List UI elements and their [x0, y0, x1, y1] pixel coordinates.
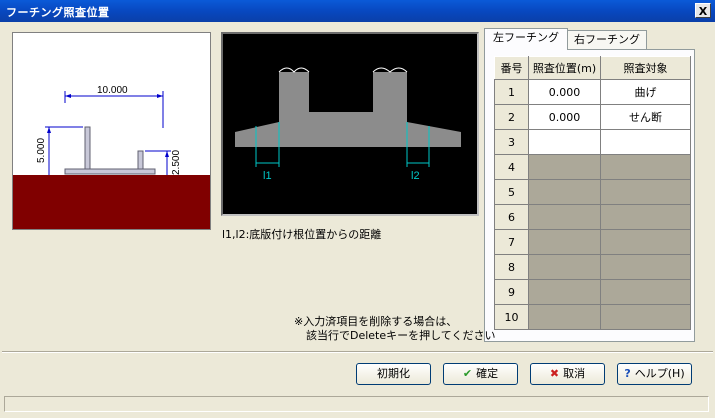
table-row: 6 — [494, 204, 691, 230]
row-number: 7 — [494, 229, 529, 255]
status-bar — [4, 396, 709, 412]
table-row: 1 0.000 曲げ — [494, 79, 691, 105]
row-number: 9 — [494, 279, 529, 305]
diagram-caption: l1,l2:底版付け根位置からの距離 — [222, 228, 382, 241]
dim-arrow-left — [65, 94, 71, 98]
footing-base — [64, 168, 156, 175]
footing-preview: 10.000 5.000 2.500 — [12, 32, 211, 230]
initialize-label: 初期化 — [377, 367, 410, 380]
target-cell[interactable] — [600, 179, 691, 205]
help-button[interactable]: ? ヘルプ(H) — [617, 363, 692, 385]
row-number: 6 — [494, 204, 529, 230]
header-number: 番号 — [494, 56, 529, 80]
title-bar: フーチング照査位置 X — [0, 0, 715, 22]
table-row: 9 — [494, 279, 691, 305]
dim-height-left-label: 5.000 — [36, 138, 47, 163]
note-line-2: 該当行でDeleteキーを押してください — [306, 329, 496, 342]
table-row: 5 — [494, 179, 691, 205]
note-line-1: ※入力済項目を削除する場合は、 — [294, 315, 458, 328]
target-cell[interactable] — [600, 204, 691, 230]
position-cell[interactable]: 0.000 — [528, 104, 601, 130]
question-icon: ? — [624, 367, 631, 380]
target-cell[interactable] — [600, 154, 691, 180]
table-row: 2 0.000 せん断 — [494, 104, 691, 130]
table-row: 3 — [494, 129, 691, 155]
header-target: 照査対象 — [600, 56, 691, 80]
position-cell[interactable] — [528, 129, 601, 155]
l1-label: l1 — [263, 170, 272, 182]
target-cell[interactable] — [600, 229, 691, 255]
right-column — [137, 150, 144, 170]
table-header-row: 番号 照査位置(m) 照査対象 — [494, 56, 691, 80]
close-button[interactable]: X — [695, 3, 711, 18]
tab-right-footing[interactable]: 右フーチング — [567, 30, 647, 50]
check-icon: ✔ — [462, 367, 473, 380]
position-cell[interactable] — [528, 279, 601, 305]
section-drawing: l1 l2 — [235, 67, 461, 182]
right-column-break — [372, 67, 408, 73]
position-cell[interactable] — [528, 229, 601, 255]
target-cell[interactable] — [600, 304, 691, 330]
left-column — [84, 126, 91, 170]
position-cell[interactable] — [528, 254, 601, 280]
dim-height-right-label: 2.500 — [171, 150, 182, 175]
position-cell[interactable] — [528, 304, 601, 330]
row-number: 10 — [494, 304, 529, 330]
dim-height-right-arrow — [165, 151, 169, 157]
target-cell[interactable]: 曲げ — [600, 79, 691, 105]
target-cell[interactable]: せん断 — [600, 104, 691, 130]
l2-label: l2 — [411, 170, 420, 182]
row-number: 4 — [494, 154, 529, 180]
table-row: 7 — [494, 229, 691, 255]
help-label: ヘルプ(H) — [634, 367, 685, 380]
table-row: 8 — [494, 254, 691, 280]
left-column-break — [278, 67, 310, 73]
initialize-button[interactable]: 初期化 — [356, 363, 431, 385]
position-cell[interactable] — [528, 179, 601, 205]
cancel-button[interactable]: ✖ 取消 — [530, 363, 605, 385]
footing-section-shape — [235, 72, 461, 147]
row-number: 3 — [494, 129, 529, 155]
row-number: 2 — [494, 104, 529, 130]
row-number: 8 — [494, 254, 529, 280]
delete-note: ※入力済項目を削除する場合は、 該当行でDeleteキーを押してください — [294, 315, 495, 343]
target-cell[interactable] — [600, 254, 691, 280]
footing-section-diagram: l1 l2 — [221, 32, 479, 216]
dim-width-label: 10.000 — [97, 85, 128, 96]
confirm-button[interactable]: ✔ 確定 — [443, 363, 518, 385]
table-row: 4 — [494, 154, 691, 180]
position-cell[interactable]: 0.000 — [528, 79, 601, 105]
cancel-label: 取消 — [563, 367, 586, 380]
dim-height-left-arrow — [47, 127, 51, 133]
confirm-label: 確定 — [476, 367, 499, 380]
tab-left-footing[interactable]: 左フーチング — [484, 28, 568, 50]
dim-arrow-right — [157, 94, 163, 98]
row-number: 5 — [494, 179, 529, 205]
table-row: 10 — [494, 304, 691, 330]
position-cell[interactable] — [528, 204, 601, 230]
target-cell[interactable] — [600, 129, 691, 155]
position-cell[interactable] — [528, 154, 601, 180]
header-position: 照査位置(m) — [528, 56, 601, 80]
separator — [2, 351, 713, 353]
row-number: 1 — [494, 79, 529, 105]
target-cell[interactable] — [600, 279, 691, 305]
ground-rect — [13, 175, 210, 229]
cross-icon: ✖ — [549, 367, 560, 380]
footing-preview-drawing: 10.000 5.000 2.500 — [13, 85, 210, 229]
check-position-table: 番号 照査位置(m) 照査対象 1 0.000 曲げ 2 0.000 せん断 3… — [494, 56, 691, 330]
window-title: フーチング照査位置 — [6, 6, 110, 19]
